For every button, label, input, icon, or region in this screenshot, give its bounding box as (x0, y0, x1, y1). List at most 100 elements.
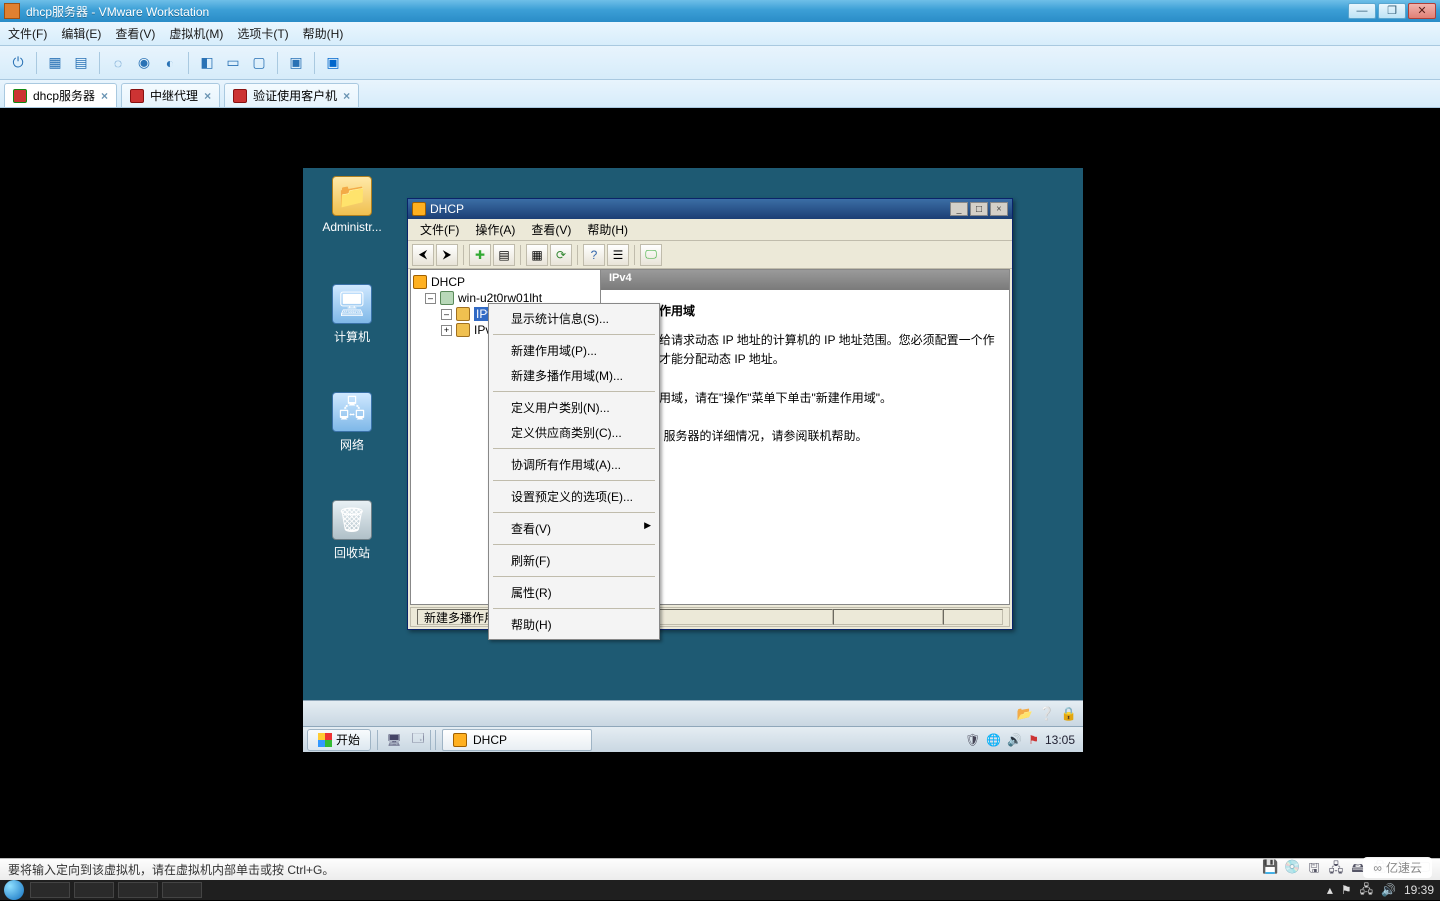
folder-icon[interactable]: 📂 (1016, 706, 1032, 722)
menu-vm[interactable]: 虚拟机(M) (169, 25, 223, 42)
menu-tabs[interactable]: 选项卡(T) (237, 25, 288, 42)
menu-view[interactable]: 查看(V) (115, 25, 155, 42)
mmc-menu-view[interactable]: 查看(V) (525, 219, 577, 240)
library-icon[interactable]: ▤ (69, 51, 93, 75)
unity-icon[interactable]: ▭ (221, 51, 245, 75)
task-label: DHCP (473, 733, 507, 747)
context-menu-item[interactable]: 定义供应商类别(C)... (491, 420, 657, 445)
host-system-tray[interactable]: ▴ ⚑ 🖧 🔊 19:39 (1327, 880, 1440, 901)
help-icon[interactable]: ❔ (1039, 706, 1055, 722)
context-menu-item[interactable]: 定义用户类别(N)... (491, 395, 657, 420)
context-menu-item[interactable]: 设置预定义的选项(E)... (491, 484, 657, 509)
host-task-folder[interactable] (118, 882, 158, 898)
context-menu-item[interactable]: 属性(R) (491, 580, 657, 605)
show-hide-tree-icon[interactable]: ▤ (493, 244, 515, 266)
guest-desktop[interactable]: 📁 Administr... 🖥 计算机 🖧 网络 🗑 回收站 DHCP _ □… (303, 168, 1083, 752)
maximize-button[interactable]: ❐ (1378, 3, 1406, 19)
minimize-button[interactable]: — (1348, 3, 1376, 19)
context-menu-item[interactable]: 协调所有作用域(A)... (491, 452, 657, 477)
split-icon[interactable]: ◧ (195, 51, 219, 75)
collapse-icon[interactable]: – (425, 293, 436, 304)
security-icon[interactable]: 🛡 (965, 733, 980, 747)
tab-view-icon[interactable]: ▦ (43, 51, 67, 75)
taskbar-item-dhcp[interactable]: DHCP (442, 729, 592, 751)
mmc-minimize-button[interactable]: _ (950, 202, 968, 216)
guest-taskbar: 开始 🖥 🗔 DHCP 🛡 🌐 🔊 ⚑ 13:05 (303, 726, 1083, 752)
lock-icon[interactable]: 🔒 (1061, 706, 1077, 722)
context-menu-item[interactable]: 帮助(H) (491, 612, 657, 637)
mmc-menu-help[interactable]: 帮助(H) (581, 219, 634, 240)
menu-help[interactable]: 帮助(H) (303, 25, 344, 42)
host-task-word[interactable] (162, 882, 202, 898)
desktop-icon-network[interactable]: 🖧 网络 (315, 392, 389, 453)
fullscreen-icon[interactable]: ▣ (321, 51, 345, 75)
sound-tray-icon[interactable]: 🔊 (1007, 733, 1022, 747)
tab-dhcp-server[interactable]: dhcp服务器 × (4, 83, 117, 107)
refresh-icon[interactable]: ⟳ (550, 244, 572, 266)
export-icon[interactable]: ▦ (526, 244, 548, 266)
help-icon[interactable]: ? (583, 244, 605, 266)
back-icon[interactable]: ⮜ (412, 244, 434, 266)
host-task-ie[interactable] (30, 882, 70, 898)
vmware-menubar: 文件(F) 编辑(E) 查看(V) 虚拟机(M) 选项卡(T) 帮助(H) (0, 22, 1440, 46)
status-cell (833, 609, 943, 625)
vm-viewport[interactable]: 📁 Administr... 🖥 计算机 🖧 网络 🗑 回收站 DHCP _ □… (0, 108, 1440, 858)
tab-client[interactable]: 验证使用客户机 × (224, 83, 359, 107)
tray-flag-icon[interactable]: ⚑ (1341, 883, 1352, 897)
tab-close-icon[interactable]: × (204, 89, 211, 103)
mmc-menu-file[interactable]: 文件(F) (414, 219, 465, 240)
close-button[interactable]: ✕ (1408, 3, 1436, 19)
forward-icon[interactable]: ⮞ (436, 244, 458, 266)
tab-close-icon[interactable]: × (343, 89, 350, 103)
snapshot-manager-icon[interactable]: ◐ (158, 51, 182, 75)
guest-system-tray[interactable]: 🛡 🌐 🔊 ⚑ 13:05 (957, 733, 1083, 747)
action-center-icon[interactable]: ⚑ (1028, 733, 1039, 747)
collapse-icon[interactable]: – (441, 309, 452, 320)
tab-label: dhcp服务器 (33, 87, 95, 104)
power-on-icon[interactable]: ⏻ (6, 51, 30, 75)
context-menu-item[interactable]: 显示统计信息(S)... (491, 306, 657, 331)
tray-sound-icon[interactable]: 🔊 (1381, 883, 1396, 897)
context-menu-item[interactable]: 新建作用域(P)... (491, 338, 657, 363)
vm-running-icon (233, 89, 247, 103)
context-menu-item[interactable]: 查看(V) (491, 516, 657, 541)
host-task-explorer[interactable] (74, 882, 114, 898)
host-start-button[interactable] (4, 880, 24, 900)
mmc-toolbar: ⮜ ⮞ ✚ ▤ ▦ ⟳ ? ☰ 🖵 (408, 241, 1012, 269)
context-menu-item[interactable]: 新建多播作用域(M)... (491, 363, 657, 388)
desktop-icon-computer[interactable]: 🖥 计算机 (315, 284, 389, 345)
tab-close-icon[interactable]: × (101, 89, 108, 103)
desktop-icon-recycle-bin[interactable]: 🗑 回收站 (315, 500, 389, 561)
nic-icon[interactable]: 🖧 (1328, 859, 1344, 881)
vmware-tabs: dhcp服务器 × 中继代理 × 验证使用客户机 × (0, 80, 1440, 108)
mmc-menu-action[interactable]: 操作(A) (469, 219, 521, 240)
add-icon[interactable]: ✚ (469, 244, 491, 266)
context-menu[interactable]: 显示统计信息(S)... 新建作用域(P)...新建多播作用域(M)... 定义用户… (488, 303, 660, 640)
hdd-icon[interactable]: 💾 (1262, 859, 1278, 881)
tree-root[interactable]: DHCP (413, 274, 598, 290)
mmc-close-button[interactable]: × (990, 202, 1008, 216)
tray-chevron-icon[interactable]: ▴ (1327, 883, 1333, 897)
quicklaunch-server-manager-icon[interactable]: 🖥 (384, 730, 404, 750)
mmc-titlebar[interactable]: DHCP _ □ × (408, 199, 1012, 219)
tab-relay-agent[interactable]: 中继代理 × (121, 83, 220, 107)
snapshot-revert-icon[interactable]: ◉ (132, 51, 156, 75)
cd-icon[interactable]: 💿 (1284, 859, 1300, 881)
context-menu-item[interactable]: 刷新(F) (491, 548, 657, 573)
network-tray-icon[interactable]: 🌐 (986, 733, 1001, 747)
floppy-icon[interactable]: 🖫 (1306, 859, 1322, 881)
thumbnail-icon[interactable]: ▢ (247, 51, 271, 75)
menu-edit[interactable]: 编辑(E) (61, 25, 101, 42)
snapshot-icon[interactable]: ◌ (106, 51, 130, 75)
menu-file[interactable]: 文件(F) (8, 25, 47, 42)
dhcp-mmc-window[interactable]: DHCP _ □ × 文件(F) 操作(A) 查看(V) 帮助(H) ⮜ ⮞ ✚… (407, 198, 1013, 630)
desktop-icon-administrator[interactable]: 📁 Administr... (315, 176, 389, 234)
tray-network-icon[interactable]: 🖧 (1360, 880, 1373, 901)
expand-icon[interactable]: + (441, 325, 452, 336)
start-button[interactable]: 开始 (307, 729, 371, 751)
monitor-icon[interactable]: 🖵 (640, 244, 662, 266)
quicklaunch-explorer-icon[interactable]: 🗔 (408, 730, 428, 750)
console-icon[interactable]: ▣ (284, 51, 308, 75)
properties-icon[interactable]: ☰ (607, 244, 629, 266)
mmc-maximize-button[interactable]: □ (970, 202, 988, 216)
